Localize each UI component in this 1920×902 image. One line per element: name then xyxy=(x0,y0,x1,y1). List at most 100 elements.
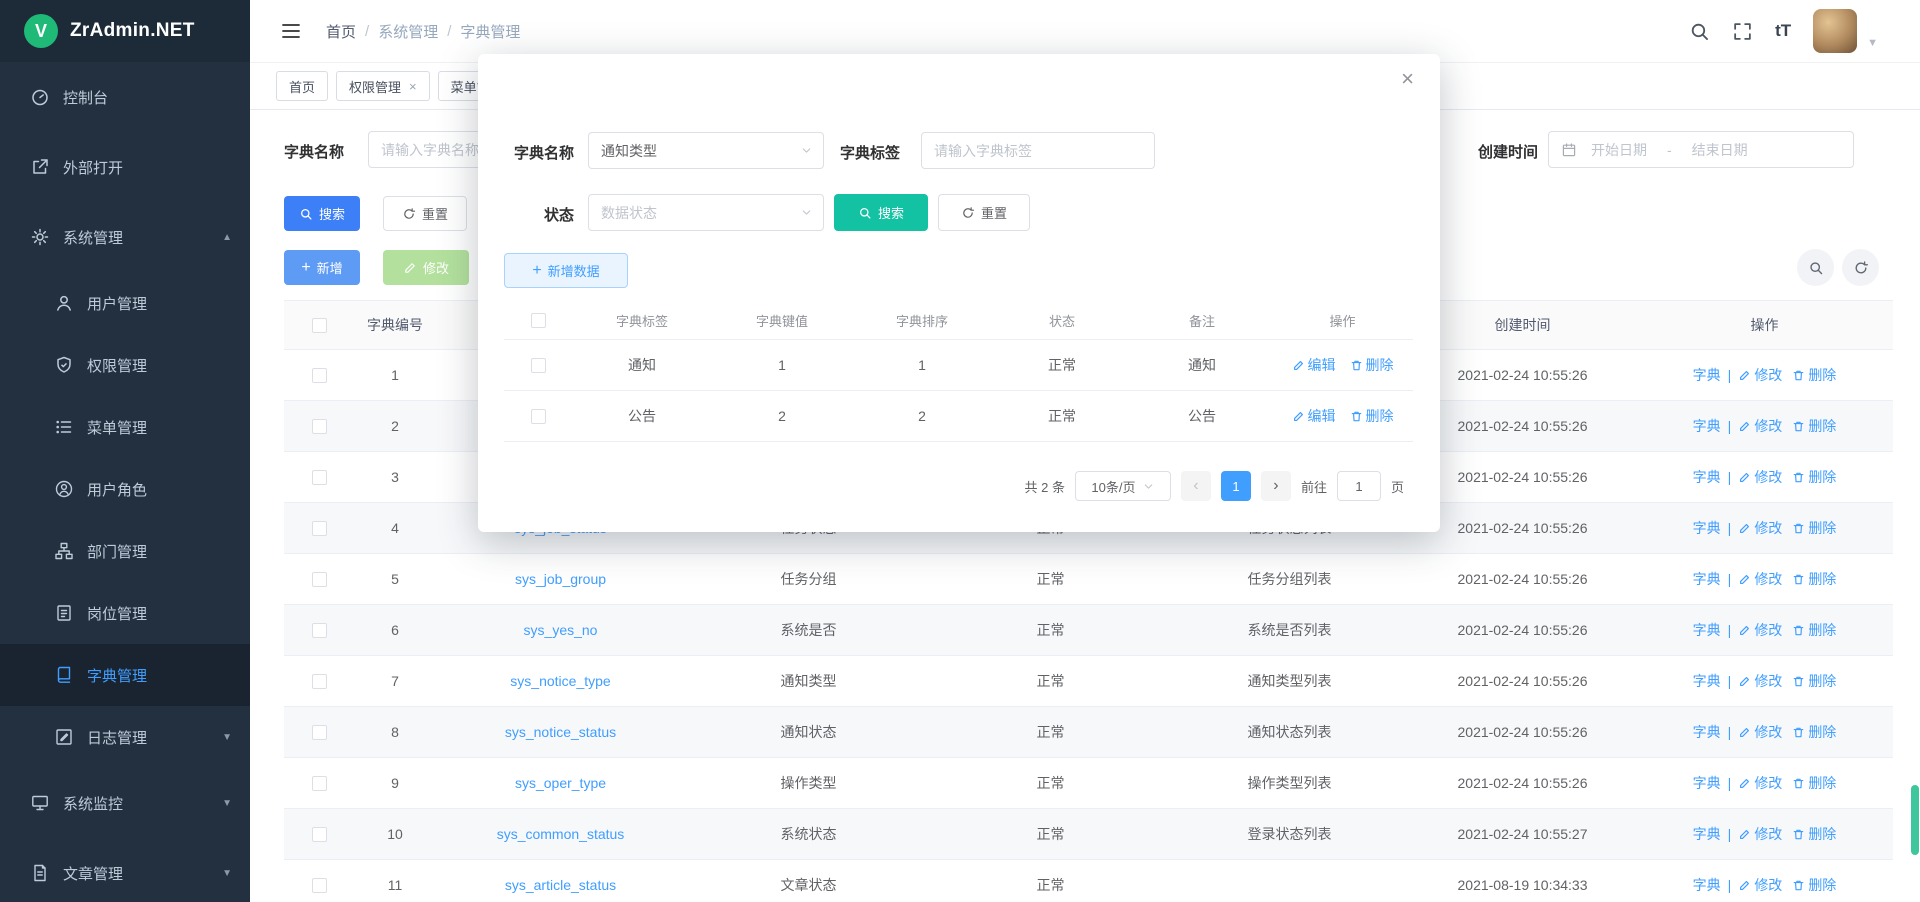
sidebar-item-6[interactable]: 用户角色 xyxy=(0,458,250,520)
op-edit-link[interactable]: 修改 xyxy=(1738,518,1782,538)
scrollbar[interactable] xyxy=(1910,0,1920,902)
row-checkbox[interactable] xyxy=(312,419,327,434)
op-delete-link[interactable]: 删除 xyxy=(1792,569,1836,589)
op-delete-link[interactable]: 删除 xyxy=(1792,518,1836,538)
op-dict-link[interactable]: 字典 xyxy=(1693,620,1721,640)
op-delete-link[interactable]: 删除 xyxy=(1350,355,1394,375)
breadcrumb-home[interactable]: 首页 xyxy=(326,21,356,42)
op-delete-link[interactable]: 删除 xyxy=(1792,773,1836,793)
op-dict-link[interactable]: 字典 xyxy=(1693,671,1721,691)
modal-status-select[interactable]: 数据状态 xyxy=(588,194,824,231)
next-page-button[interactable]: › xyxy=(1261,471,1291,501)
op-edit-link[interactable]: 修改 xyxy=(1738,365,1782,385)
row-checkbox[interactable] xyxy=(312,878,327,893)
edit-button[interactable]: 修改 xyxy=(383,250,469,285)
table-refresh-button[interactable] xyxy=(1842,249,1879,286)
modal-dict-label-input[interactable] xyxy=(921,132,1155,169)
row-checkbox[interactable] xyxy=(312,827,327,842)
sidebar-item-4[interactable]: 权限管理 xyxy=(0,334,250,396)
prev-page-button[interactable]: ‹ xyxy=(1181,471,1211,501)
op-edit-link[interactable]: 修改 xyxy=(1738,569,1782,589)
dict-type-link[interactable]: sys_notice_status xyxy=(505,724,616,740)
row-checkbox[interactable] xyxy=(312,572,327,587)
tab-close-icon[interactable]: × xyxy=(409,79,417,94)
op-edit-link[interactable]: 修改 xyxy=(1738,620,1782,640)
row-checkbox[interactable] xyxy=(312,674,327,689)
op-dict-link[interactable]: 字典 xyxy=(1693,365,1721,385)
tab-0[interactable]: 首页 xyxy=(276,71,328,101)
page-1-button[interactable]: 1 xyxy=(1221,471,1251,501)
sidebar-item-0[interactable]: 控制台 xyxy=(0,62,250,132)
op-delete-link[interactable]: 删除 xyxy=(1792,824,1836,844)
chevron-down-icon[interactable]: ▼ xyxy=(1867,37,1878,49)
sidebar-item-12[interactable]: 文章管理▼ xyxy=(0,838,250,902)
dict-type-link[interactable]: sys_job_group xyxy=(515,571,606,587)
dict-type-link[interactable]: sys_common_status xyxy=(497,826,625,842)
op-edit-link[interactable]: 修改 xyxy=(1738,824,1782,844)
modal-select-all-checkbox[interactable] xyxy=(531,313,546,328)
op-delete-link[interactable]: 删除 xyxy=(1792,722,1836,742)
sidebar-item-10[interactable]: 日志管理▼ xyxy=(0,706,250,768)
page-size-select[interactable]: 10条/页 xyxy=(1075,471,1171,501)
row-checkbox[interactable] xyxy=(312,521,327,536)
op-dict-link[interactable]: 字典 xyxy=(1693,824,1721,844)
op-delete-link[interactable]: 删除 xyxy=(1792,620,1836,640)
dict-type-link[interactable]: sys_notice_type xyxy=(510,673,610,689)
op-dict-link[interactable]: 字典 xyxy=(1693,416,1721,436)
sidebar-toggle-icon[interactable] xyxy=(280,20,302,42)
op-edit-link[interactable]: 修改 xyxy=(1738,875,1782,895)
dict-type-link[interactable]: sys_article_status xyxy=(505,877,616,893)
create-time-range-picker[interactable]: 开始日期 - 结束日期 xyxy=(1548,131,1854,168)
sidebar-item-7[interactable]: 部门管理 xyxy=(0,520,250,582)
op-edit-link[interactable]: 修改 xyxy=(1738,467,1782,487)
sidebar-item-5[interactable]: 菜单管理 xyxy=(0,396,250,458)
op-edit-link[interactable]: 编辑 xyxy=(1292,355,1336,375)
op-edit-link[interactable]: 编辑 xyxy=(1292,406,1336,426)
scrollbar-thumb[interactable] xyxy=(1911,785,1919,855)
row-checkbox[interactable] xyxy=(312,623,327,638)
op-dict-link[interactable]: 字典 xyxy=(1693,773,1721,793)
op-dict-link[interactable]: 字典 xyxy=(1693,518,1721,538)
modal-dict-name-select[interactable]: 通知类型 xyxy=(588,132,824,169)
modal-reset-button[interactable]: 重置 xyxy=(938,194,1030,231)
avatar[interactable] xyxy=(1813,9,1857,53)
font-size-icon[interactable]: tT xyxy=(1775,21,1791,41)
close-icon[interactable]: × xyxy=(1401,68,1414,90)
modal-search-button[interactable]: 搜索 xyxy=(834,194,928,231)
fullscreen-icon[interactable] xyxy=(1732,21,1753,42)
modal-row-checkbox[interactable] xyxy=(531,358,546,373)
reset-button[interactable]: 重置 xyxy=(383,196,467,231)
row-checkbox[interactable] xyxy=(312,776,327,791)
dict-type-link[interactable]: sys_yes_no xyxy=(524,622,598,638)
sidebar-item-8[interactable]: 岗位管理 xyxy=(0,582,250,644)
op-delete-link[interactable]: 删除 xyxy=(1792,671,1836,691)
op-edit-link[interactable]: 修改 xyxy=(1738,671,1782,691)
modal-add-data-button[interactable]: + 新增数据 xyxy=(504,253,628,288)
add-button[interactable]: + 新增 xyxy=(284,250,360,285)
tab-1[interactable]: 权限管理× xyxy=(336,71,430,101)
op-dict-link[interactable]: 字典 xyxy=(1693,875,1721,895)
op-edit-link[interactable]: 修改 xyxy=(1738,722,1782,742)
sidebar-item-11[interactable]: 系统监控▼ xyxy=(0,768,250,838)
row-checkbox[interactable] xyxy=(312,470,327,485)
sidebar-item-9[interactable]: 字典管理 xyxy=(0,644,250,706)
search-button[interactable]: 搜索 xyxy=(284,196,360,231)
select-all-checkbox[interactable] xyxy=(312,318,327,333)
sidebar-item-1[interactable]: 外部打开 xyxy=(0,132,250,202)
goto-page-input[interactable] xyxy=(1337,471,1381,501)
op-dict-link[interactable]: 字典 xyxy=(1693,569,1721,589)
search-icon[interactable] xyxy=(1689,21,1710,42)
op-delete-link[interactable]: 删除 xyxy=(1350,406,1394,426)
op-dict-link[interactable]: 字典 xyxy=(1693,467,1721,487)
op-delete-link[interactable]: 删除 xyxy=(1792,467,1836,487)
op-edit-link[interactable]: 修改 xyxy=(1738,773,1782,793)
modal-row-checkbox[interactable] xyxy=(531,409,546,424)
op-delete-link[interactable]: 删除 xyxy=(1792,365,1836,385)
sidebar-item-2[interactable]: 系统管理▲ xyxy=(0,202,250,272)
sidebar-item-3[interactable]: 用户管理 xyxy=(0,272,250,334)
row-checkbox[interactable] xyxy=(312,725,327,740)
op-dict-link[interactable]: 字典 xyxy=(1693,722,1721,742)
op-edit-link[interactable]: 修改 xyxy=(1738,416,1782,436)
dict-type-link[interactable]: sys_oper_type xyxy=(515,775,606,791)
op-delete-link[interactable]: 删除 xyxy=(1792,416,1836,436)
